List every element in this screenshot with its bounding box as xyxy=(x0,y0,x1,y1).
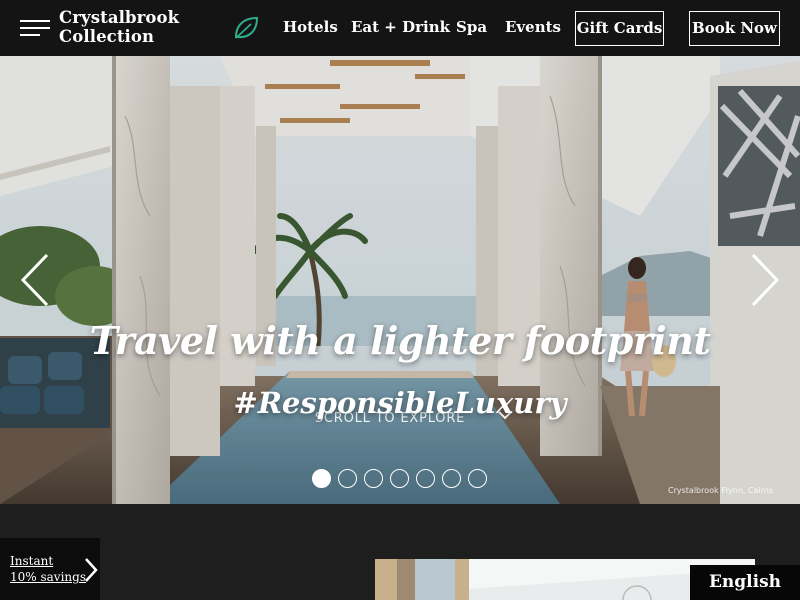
savings-line-1: Instant xyxy=(10,554,54,568)
chevron-right-icon[interactable] xyxy=(750,252,780,308)
logo[interactable]: Crystalbrook Collection xyxy=(59,8,179,46)
nav-eat-drink[interactable]: Eat + Drink xyxy=(351,18,450,36)
carousel-dot-4[interactable] xyxy=(390,469,409,488)
leaf-icon[interactable] xyxy=(232,15,260,41)
hero-subtitle: #ResponsibleLuxury xyxy=(233,386,567,420)
logo-line-1: Crystalbrook xyxy=(59,8,180,27)
hero-title: Travel with a lighter footprint xyxy=(89,318,711,363)
nav-events[interactable]: Events xyxy=(505,18,561,36)
carousel-dot-3[interactable] xyxy=(364,469,383,488)
carousel-dot-1[interactable] xyxy=(312,469,331,488)
hero-carousel: Travel with a lighter footprint SCROLL T… xyxy=(0,56,800,504)
site-header: Crystalbrook Collection Hotels Eat + Dri… xyxy=(0,0,800,56)
carousel-dot-6[interactable] xyxy=(442,469,461,488)
language-selector[interactable]: English xyxy=(690,565,800,600)
instant-savings-tab[interactable]: Instant 10% savings xyxy=(0,538,100,600)
carousel-dot-2[interactable] xyxy=(338,469,357,488)
book-now-button[interactable]: Book Now xyxy=(689,11,780,46)
savings-label: Instant 10% savings xyxy=(10,553,86,585)
logo-line-2: Collection xyxy=(59,27,155,46)
nav-spa[interactable]: Spa xyxy=(456,18,487,36)
hero-image xyxy=(0,56,800,504)
chevron-right-icon xyxy=(85,558,98,582)
nav-hotels[interactable]: Hotels xyxy=(283,18,338,36)
chevron-left-icon[interactable] xyxy=(20,252,50,308)
gift-cards-button[interactable]: Gift Cards xyxy=(575,11,664,46)
menu-icon[interactable] xyxy=(20,20,50,38)
photo-credit: Crystalbrook Flynn, Cairns xyxy=(668,486,774,495)
carousel-dot-7[interactable] xyxy=(468,469,487,488)
savings-line-2: 10% savings xyxy=(10,570,86,584)
carousel-dot-5[interactable] xyxy=(416,469,435,488)
